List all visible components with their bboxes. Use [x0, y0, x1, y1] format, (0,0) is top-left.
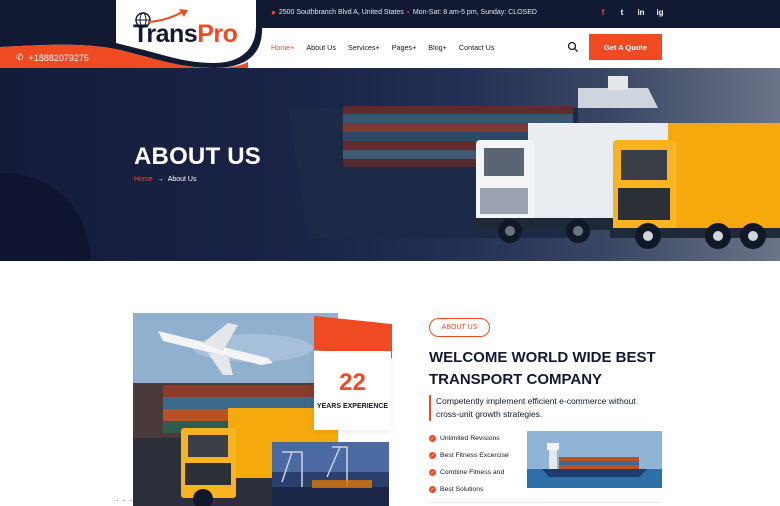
nav-item-services[interactable]: Services+ — [348, 43, 380, 52]
nav-item-pages[interactable]: Pages+ — [392, 43, 417, 52]
feature-label: Best Solutions — [440, 486, 484, 493]
experience-label: YEARS EXPERIENCE — [316, 403, 389, 410]
main-nav: Home+ About Us Services+ Pages+ Blog+ Co… — [271, 43, 506, 52]
address-text: 2500 Southbranch Blvd A, United States — [278, 9, 404, 16]
feature-label: Combine Fitness and — [440, 469, 505, 476]
feature-label: Unlimited Revisions — [440, 435, 500, 442]
location-pin-icon: ● — [271, 8, 276, 17]
check-icon: ✓ — [429, 452, 436, 459]
feature-item: ✓ Combine Fitness and — [429, 464, 509, 481]
check-icon: ✓ — [429, 435, 436, 442]
facebook-icon[interactable]: f — [599, 8, 607, 18]
nav-item-blog[interactable]: Blog+ — [428, 43, 447, 52]
nav-item-contact[interactable]: Contact Us — [459, 43, 495, 52]
social-links: f t in ig — [599, 8, 664, 18]
check-icon: ✓ — [429, 469, 436, 476]
search-icon[interactable] — [567, 41, 579, 53]
page-banner: ABOUT US Home → About Us — [0, 68, 780, 261]
port-cranes-photo — [272, 442, 389, 506]
nav-item-home[interactable]: Home+ — [271, 43, 294, 52]
arrow-right-icon: → — [156, 176, 164, 183]
breadcrumb-home-link[interactable]: Home — [134, 176, 153, 183]
nav-item-about[interactable]: About Us — [306, 43, 336, 52]
breadcrumb: Home → About Us — [134, 176, 196, 183]
feature-item: ✓ Best Fitness Excercise — [429, 447, 509, 464]
section-lead: Competently implement efficient e-commer… — [429, 395, 659, 421]
cargo-ship-photo — [527, 431, 662, 488]
pagination-dots: · · · — [116, 496, 134, 505]
feature-label: Best Fitness Excercise — [440, 452, 509, 459]
phone-icon: ✆ — [16, 52, 24, 62]
page-title: ABOUT US — [134, 143, 261, 170]
clock-icon: ◔ — [405, 8, 410, 17]
address-info: ● 2500 Southbranch Blvd A, United States — [271, 8, 404, 17]
linkedin-icon[interactable]: in — [637, 8, 645, 18]
brand-name-part2: Pro — [197, 20, 238, 48]
brand-name-part1: Trans — [133, 20, 198, 48]
section-divider — [429, 502, 662, 503]
breadcrumb-current: About Us — [167, 176, 197, 183]
hours-info: ◔ Mon-Sat: 8 am-5 pm, Sunday: CLOSED — [405, 8, 537, 17]
feature-item: ✓ Best Solutions — [429, 481, 509, 498]
phone-number: +18882079275 — [28, 52, 89, 63]
experience-card: 22 YEARS EXPERIENCE — [314, 351, 391, 430]
section-badge: ABOUT US — [429, 318, 490, 337]
section-heading: WELCOME WORLD WIDE BEST TRANSPORT COMPAN… — [429, 349, 656, 388]
trucks-ship-illustration — [288, 76, 780, 249]
twitter-icon[interactable]: t — [618, 8, 626, 18]
decorative-circle — [0, 173, 90, 261]
get-quote-button[interactable]: Get A Quote — [589, 34, 662, 60]
phone-contact[interactable]: ✆ +18882079275 — [16, 52, 89, 63]
instagram-icon[interactable]: ig — [656, 8, 664, 18]
experience-number: 22 — [339, 369, 366, 396]
brand-logo[interactable]: TransPro — [133, 20, 238, 49]
feature-list: ✓ Unlimited Revisions ✓ Best Fitness Exc… — [429, 430, 509, 498]
feature-item: ✓ Unlimited Revisions — [429, 430, 509, 447]
hours-text: Mon-Sat: 8 am-5 pm, Sunday: CLOSED — [412, 9, 537, 16]
check-icon: ✓ — [429, 486, 436, 493]
